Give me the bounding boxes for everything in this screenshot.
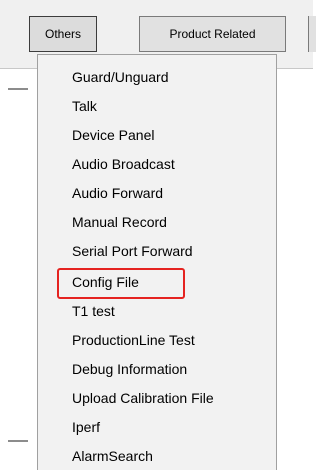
product-related-button[interactable]: Product Related (139, 16, 286, 52)
background-divider (8, 88, 28, 90)
highlight-box (57, 268, 185, 299)
menu-item-alarmsearch[interactable]: AlarmSearch (72, 446, 153, 466)
menu-item-talk[interactable]: Talk (72, 96, 97, 116)
menu-item-device-panel[interactable]: Device Panel (72, 125, 155, 145)
menu-item-iperf[interactable]: Iperf (72, 417, 100, 437)
menu-item-serial-port-forward[interactable]: Serial Port Forward (72, 241, 193, 261)
menu-item-audio-broadcast[interactable]: Audio Broadcast (72, 154, 175, 174)
menu-item-upload-calibration-file[interactable]: Upload Calibration File (72, 388, 214, 408)
menu-item-t1-test[interactable]: T1 test (72, 301, 115, 321)
menu-item-audio-forward[interactable]: Audio Forward (72, 183, 163, 203)
next-toolbar-button[interactable] (308, 16, 316, 52)
others-dropdown-menu: Guard/Unguard Talk Device Panel Audio Br… (37, 54, 277, 470)
menu-item-manual-record[interactable]: Manual Record (72, 212, 167, 232)
menu-item-debug-information[interactable]: Debug Information (72, 359, 187, 379)
others-button[interactable]: Others (29, 16, 97, 52)
background-divider (8, 440, 28, 442)
menu-item-guard-unguard[interactable]: Guard/Unguard (72, 67, 169, 87)
menu-item-productionline-test[interactable]: ProductionLine Test (72, 330, 195, 350)
